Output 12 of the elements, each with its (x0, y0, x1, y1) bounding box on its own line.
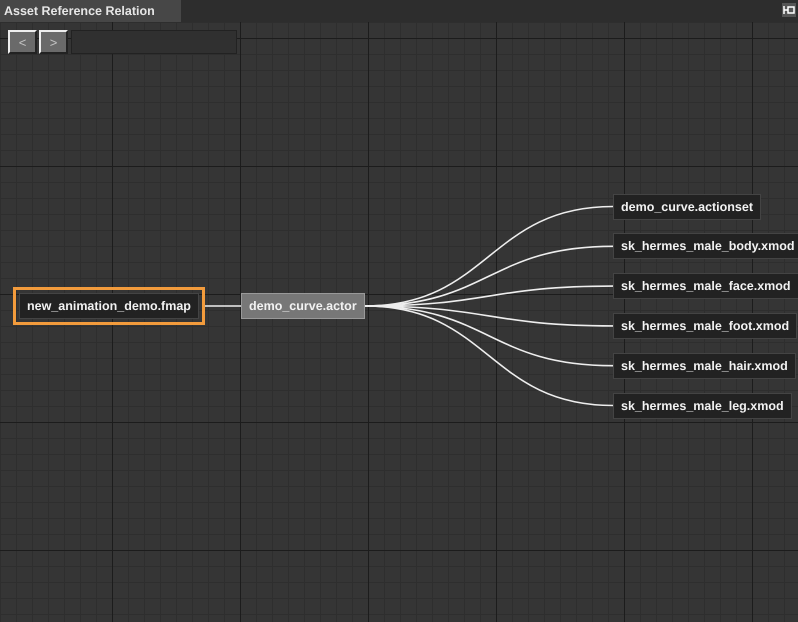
path-field[interactable] (71, 30, 237, 54)
pin-icon[interactable] (782, 3, 796, 17)
window-title: Asset Reference Relation (0, 0, 181, 22)
asset-node[interactable]: sk_hermes_male_foot.xmod (613, 312, 798, 339)
edge-line (205, 305, 241, 307)
asset-node[interactable]: sk_hermes_male_face.xmod (613, 273, 798, 300)
asset-node[interactable]: demo_curve.actionset (613, 194, 761, 220)
asset-node[interactable]: sk_hermes_male_hair.xmod (613, 352, 796, 379)
asset-node[interactable]: new_animation_demo.fmap (13, 287, 205, 325)
asset-node[interactable]: sk_hermes_male_body.xmod (613, 233, 798, 260)
asset-node[interactable]: sk_hermes_male_leg.xmod (613, 392, 792, 418)
asset-node[interactable]: demo_curve.actor (241, 293, 365, 319)
